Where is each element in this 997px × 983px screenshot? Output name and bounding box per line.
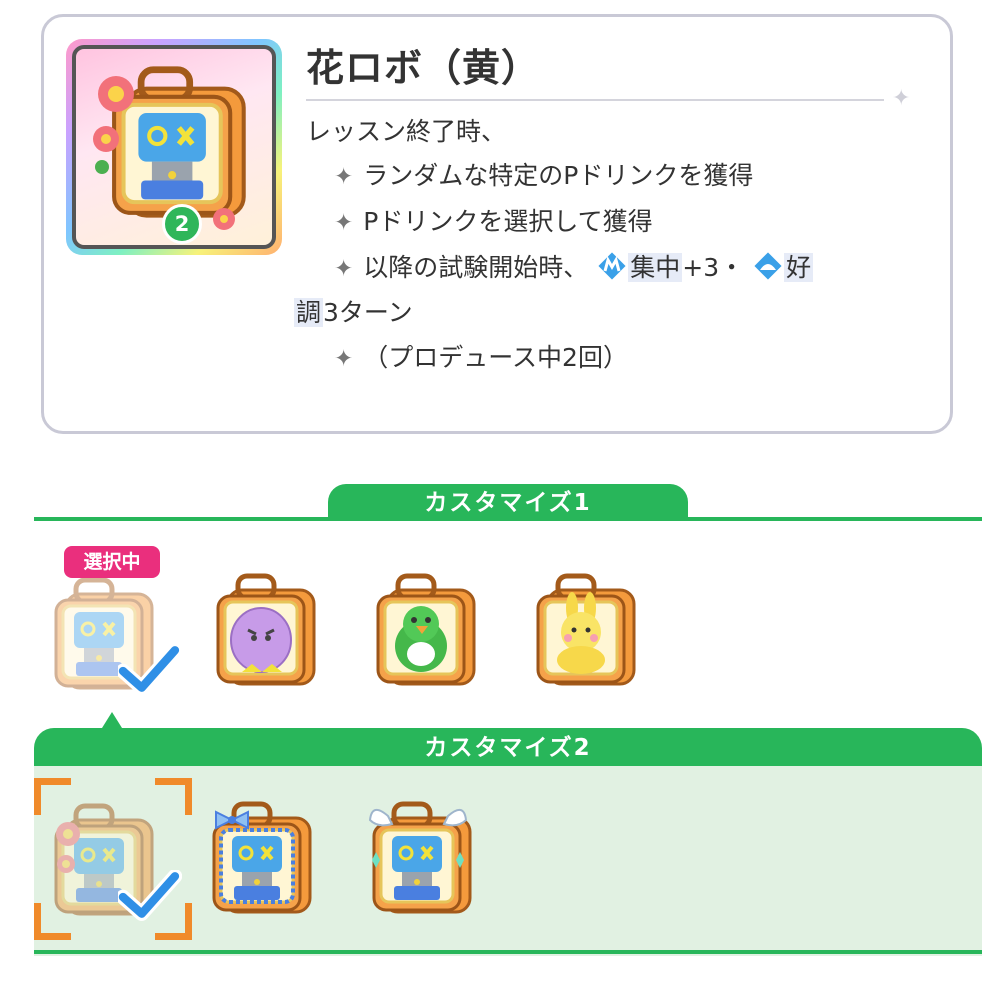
- description-bullet-3: ✦ 以降の試験開始時、 集中+3・ 好: [334, 249, 954, 291]
- item-title: 花ロボ（黄）: [306, 46, 541, 90]
- level-badge: 2: [162, 204, 202, 244]
- effect-good-condition-label: 好: [784, 253, 814, 282]
- title-divider: [306, 99, 884, 101]
- customize-2-divider: [34, 950, 982, 954]
- checkmark-icon: [118, 644, 182, 696]
- bullet-star-icon: ✦: [334, 210, 354, 236]
- description-bullet-4: ✦ （プロデュース中2回）: [334, 343, 628, 372]
- customize2-option-flower-robot[interactable]: [34, 778, 192, 940]
- bullet-star-icon: ✦: [334, 346, 354, 372]
- customize1-option-yellow-bunny[interactable]: [532, 568, 648, 688]
- description-bullet-1: ✦ ランダムな特定のPドリンクを獲得: [334, 161, 754, 190]
- item-icon: 2: [72, 45, 276, 249]
- customize1-option-green-bird[interactable]: [372, 568, 488, 688]
- customize1-option-purple-fluffy[interactable]: [212, 568, 328, 688]
- bullet-star-icon: ✦: [334, 256, 354, 282]
- sparkle-icon: ✦: [892, 86, 911, 111]
- customize2-option-ribbon-robot[interactable]: [208, 796, 324, 916]
- description-continuation: 調3ターン: [294, 298, 413, 327]
- bullet-star-icon: ✦: [334, 164, 354, 190]
- customize-1-header: カスタマイズ1: [328, 484, 688, 520]
- selected-badge: 選択中: [64, 546, 160, 578]
- description-intro: レッスン終了時、: [306, 117, 507, 146]
- customize2-option-wing-robot[interactable]: [368, 796, 484, 916]
- item-icon-frame: 2: [66, 39, 282, 255]
- good-condition-icon: [751, 249, 785, 291]
- selection-pointer: [102, 712, 122, 728]
- checkmark-icon: [118, 870, 182, 922]
- description-bullet-2: ✦ Pドリンクを選択して獲得: [334, 207, 653, 236]
- concentration-icon: [595, 249, 629, 291]
- customize-2-header: カスタマイズ2: [34, 728, 982, 766]
- effect-concentration-label: 集中: [628, 253, 683, 282]
- effect-concentration-value: +3・: [682, 253, 745, 282]
- customize-1-divider: [34, 517, 982, 521]
- item-info-card: 2 花ロボ（黄） ✦ レッスン終了時、 ✦ ランダムな特定のPドリンクを獲得 ✦ P…: [41, 14, 953, 434]
